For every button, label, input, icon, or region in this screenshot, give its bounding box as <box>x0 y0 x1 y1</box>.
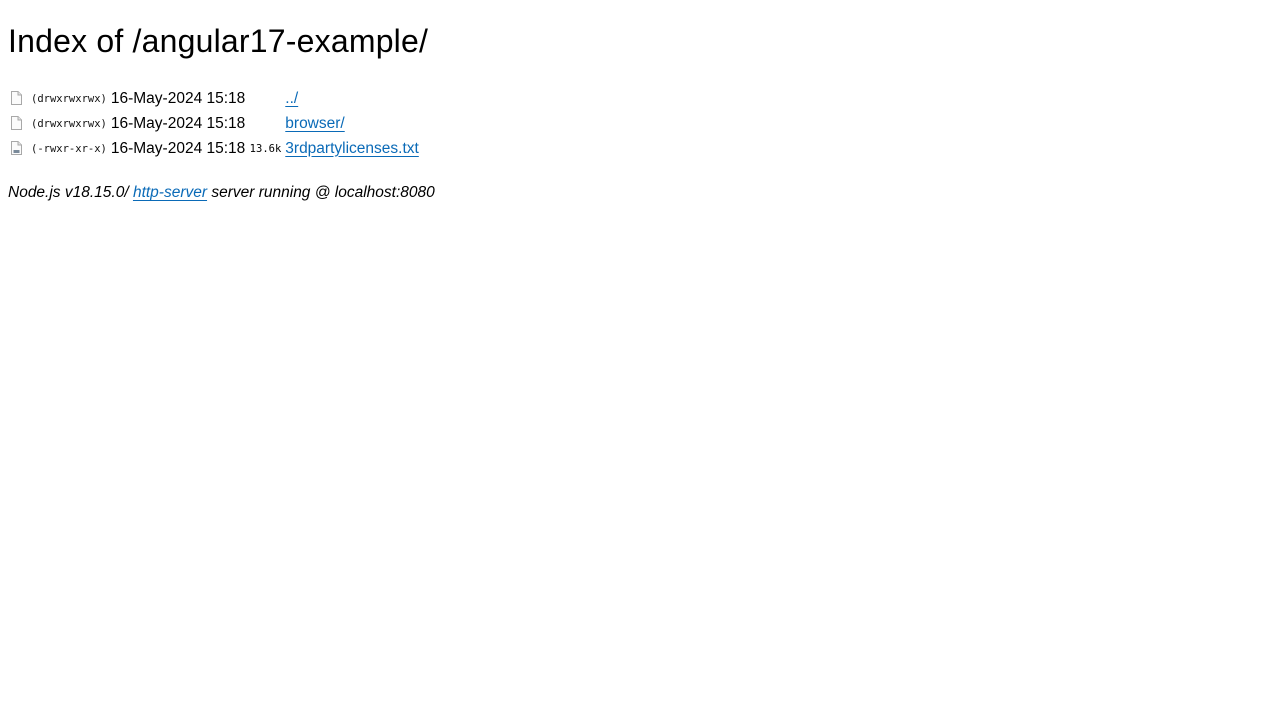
footer-prefix: Node.js v18.15.0/ <box>8 184 133 201</box>
text-file-icon <box>11 140 22 155</box>
folder-icon <box>11 115 22 130</box>
table-row: (drwxrwxrwx) 16-May-2024 15:18 ../ <box>10 87 420 110</box>
entry-link-parent[interactable]: ../ <box>285 90 298 107</box>
file-size <box>248 87 282 110</box>
permissions: (drwxrwxrwx) <box>31 117 107 130</box>
modified-date: 16-May-2024 15:18 <box>110 114 246 132</box>
page-title: Index of /angular17-example/ <box>8 23 429 59</box>
directory-listing: (drwxrwxrwx) 16-May-2024 15:18 ../ (drwx… <box>8 85 422 162</box>
table-row: (drwxrwxrwx) 16-May-2024 15:18 browser/ <box>10 112 420 135</box>
permissions: (-rwxr-xr-x) <box>31 142 107 155</box>
entry-link-3rdpartylicenses[interactable]: 3rdpartylicenses.txt <box>285 140 419 157</box>
modified-date: 16-May-2024 15:18 <box>110 139 246 157</box>
file-size <box>248 112 282 135</box>
file-size: 13.6k <box>249 142 282 155</box>
server-footer: Node.js v18.15.0/ http-server server run… <box>8 182 435 204</box>
http-server-link[interactable]: http-server <box>133 184 207 201</box>
folder-icon <box>11 90 22 105</box>
modified-date: 16-May-2024 15:18 <box>110 89 246 107</box>
footer-suffix: server running @ localhost:8080 <box>207 184 435 201</box>
entry-link-browser[interactable]: browser/ <box>285 115 344 132</box>
table-row: (-rwxr-xr-x) 16-May-2024 15:18 13.6k 3rd… <box>10 137 420 160</box>
permissions: (drwxrwxrwx) <box>31 92 107 105</box>
